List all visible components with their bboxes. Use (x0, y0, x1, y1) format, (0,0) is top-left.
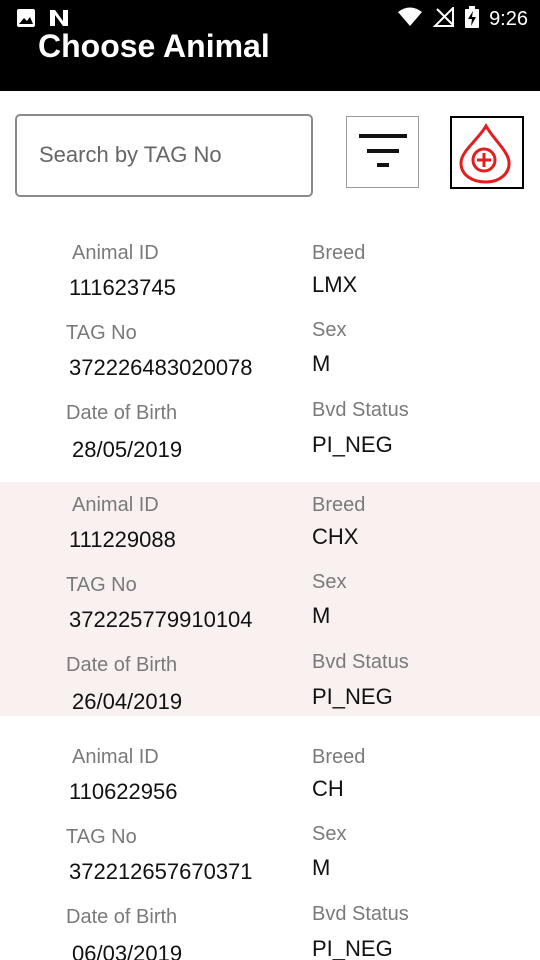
bvd-status-value: PI_NEG (312, 432, 393, 457)
sex-value: M (312, 603, 331, 628)
clock: 9:26 (489, 7, 528, 30)
search-box[interactable] (15, 114, 313, 197)
bvd-status-label: Bvd Status (312, 399, 409, 421)
breed-label: Breed (312, 242, 366, 264)
add-blood-test-button[interactable] (450, 116, 524, 189)
animal-card[interactable]: Animal ID 110622956 TAG No 3722126576703… (0, 734, 540, 960)
dob-label: Date of Birth (66, 654, 178, 676)
animal-id-value: 111229088 (69, 527, 176, 552)
dob-label: Date of Birth (66, 906, 178, 928)
animal-id-value: 110622956 (69, 779, 178, 804)
image-icon (16, 8, 36, 32)
breed-label: Breed (312, 746, 366, 768)
dob-value: 28/05/2019 (72, 437, 183, 462)
breed-value: CH (312, 776, 344, 801)
tag-no-label: TAG No (66, 322, 137, 344)
bvd-status-value: PI_NEG (312, 936, 393, 960)
tag-no-label: TAG No (66, 574, 137, 596)
bvd-status-value: PI_NEG (312, 684, 393, 709)
sex-value: M (312, 351, 331, 376)
animal-id-label: Animal ID (72, 494, 159, 516)
search-input[interactable] (39, 142, 289, 168)
bvd-status-label: Bvd Status (312, 651, 409, 673)
breed-value: CHX (312, 524, 359, 549)
animal-id-value: 111623745 (69, 275, 176, 300)
tag-no-value: 372225779910104 (69, 607, 253, 632)
tag-no-value: 372226483020078 (69, 355, 253, 380)
sex-label: Sex (312, 319, 347, 341)
breed-label: Breed (312, 494, 366, 516)
sex-label: Sex (312, 823, 347, 845)
tag-no-label: TAG No (66, 826, 137, 848)
wifi-icon (397, 7, 423, 31)
filter-button[interactable] (346, 116, 419, 188)
page-title: Choose Animal (38, 28, 270, 64)
bvd-status-label: Bvd Status (312, 903, 409, 925)
dob-value: 06/03/2019 (72, 941, 183, 960)
status-right-icons: 9:26 (397, 5, 528, 32)
no-signal-icon (432, 5, 455, 31)
dob-value: 26/04/2019 (72, 689, 183, 714)
dob-label: Date of Birth (66, 402, 178, 424)
breed-value: LMX (312, 272, 358, 297)
tag-no-value: 372212657670371 (69, 859, 253, 884)
sex-value: M (312, 855, 331, 880)
animal-card[interactable]: Animal ID 111623745 TAG No 3722264830200… (0, 230, 540, 464)
battery-charging-icon (465, 6, 480, 32)
sex-label: Sex (312, 571, 347, 593)
animal-id-label: Animal ID (72, 242, 159, 264)
animal-card[interactable]: Animal ID 111229088 TAG No 3722257799101… (0, 482, 540, 716)
animal-id-label: Animal ID (72, 746, 159, 768)
